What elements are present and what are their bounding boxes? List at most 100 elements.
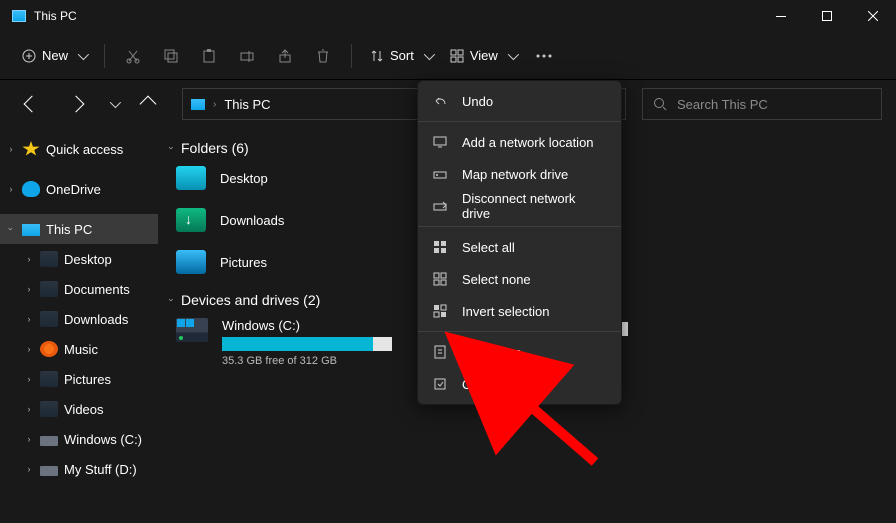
menu-disconnect-drive[interactable]: Disconnect network drive	[418, 190, 621, 222]
folder-icon	[40, 251, 58, 267]
menu-label: Undo	[462, 94, 493, 109]
cut-button[interactable]	[117, 40, 149, 72]
arrow-right-icon	[68, 96, 85, 113]
sidebar-label: Videos	[64, 402, 104, 417]
sidebar-item-quick-access[interactable]: ›Quick access	[0, 134, 158, 164]
new-label: New	[42, 48, 68, 63]
arrow-up-icon	[140, 96, 157, 113]
sidebar-label: My Stuff (D:)	[64, 462, 137, 477]
folder-icon	[40, 311, 58, 327]
sidebar-label: Windows (C:)	[64, 432, 142, 447]
forward-button[interactable]	[58, 86, 94, 122]
more-button[interactable]	[528, 40, 560, 72]
sidebar-item-onedrive[interactable]: ›OneDrive	[0, 174, 158, 204]
drive-icon	[40, 466, 58, 476]
sidebar-label: Documents	[64, 282, 130, 297]
drive-icon	[40, 436, 58, 446]
menu-label: Options	[462, 377, 507, 392]
options-icon	[432, 376, 448, 392]
group-header-label: Folders (6)	[181, 140, 249, 156]
sidebar: ›Quick access ›OneDrive ›This PC ›Deskto…	[0, 128, 158, 523]
folder-label: Desktop	[220, 171, 268, 186]
menu-map-network-drive[interactable]: Map network drive	[418, 158, 621, 190]
maximize-button[interactable]	[804, 0, 850, 32]
menu-select-all[interactable]: Select all	[418, 231, 621, 263]
menu-separator	[418, 331, 621, 332]
folder-icon	[40, 401, 58, 417]
history-button[interactable]	[102, 86, 122, 122]
paste-button[interactable]	[193, 40, 225, 72]
chevron-right-icon: ›	[213, 99, 216, 110]
menu-options[interactable]: Options	[418, 368, 621, 400]
map-drive-icon	[432, 166, 448, 182]
view-button[interactable]: View	[444, 40, 522, 72]
sort-button[interactable]: Sort	[364, 40, 438, 72]
menu-properties[interactable]: Properties	[418, 336, 621, 368]
menu-undo[interactable]: Undo	[418, 85, 621, 117]
sidebar-label: Music	[64, 342, 98, 357]
sort-icon	[370, 49, 384, 63]
share-button[interactable]	[269, 40, 301, 72]
search-icon	[653, 97, 667, 111]
undo-icon	[432, 93, 448, 109]
sidebar-item-pictures[interactable]: ›Pictures	[0, 364, 158, 394]
music-icon	[40, 341, 58, 357]
menu-select-none[interactable]: Select none	[418, 263, 621, 295]
group-header-label: Devices and drives (2)	[181, 292, 320, 308]
copy-button[interactable]	[155, 40, 187, 72]
sidebar-item-videos[interactable]: ›Videos	[0, 394, 158, 424]
network-location-icon	[432, 134, 448, 150]
sidebar-label: OneDrive	[46, 182, 101, 197]
menu-label: Properties	[462, 345, 521, 360]
separator	[351, 44, 352, 68]
up-button[interactable]	[130, 86, 166, 122]
select-all-icon	[432, 239, 448, 255]
trash-icon	[316, 49, 330, 63]
menu-label: Invert selection	[462, 304, 549, 319]
folder-icon	[40, 371, 58, 387]
menu-label: Add a network location	[462, 135, 594, 150]
sidebar-label: Downloads	[64, 312, 128, 327]
delete-button[interactable]	[307, 40, 339, 72]
minimize-button[interactable]	[758, 0, 804, 32]
sidebar-item-documents[interactable]: ›Documents	[0, 274, 158, 304]
sidebar-item-drive-c[interactable]: ›Windows (C:)	[0, 424, 158, 454]
menu-add-network-location[interactable]: Add a network location	[418, 126, 621, 158]
sidebar-item-this-pc[interactable]: ›This PC	[0, 214, 158, 244]
plus-circle-icon	[22, 49, 36, 63]
cloud-icon	[22, 181, 40, 197]
select-none-icon	[432, 271, 448, 287]
rename-button[interactable]	[231, 40, 263, 72]
view-label: View	[470, 48, 498, 63]
drive-item-c[interactable]: Windows (C:) 35.3 GB free of 312 GB	[170, 318, 392, 367]
share-icon	[278, 49, 292, 63]
invert-selection-icon	[432, 303, 448, 319]
properties-icon	[432, 344, 448, 360]
menu-label: Select all	[462, 240, 515, 255]
close-button[interactable]	[850, 0, 896, 32]
sidebar-label: Quick access	[46, 142, 123, 157]
menu-separator	[418, 226, 621, 227]
sort-label: Sort	[390, 48, 414, 63]
search-input[interactable]: Search This PC	[642, 88, 882, 120]
folder-icon	[176, 208, 206, 232]
scissors-icon	[125, 48, 141, 64]
new-button[interactable]: New	[16, 40, 92, 72]
back-button[interactable]	[14, 86, 50, 122]
star-icon	[22, 141, 40, 157]
menu-separator	[418, 121, 621, 122]
pc-icon	[191, 99, 205, 110]
sidebar-label: Desktop	[64, 252, 112, 267]
pc-icon	[22, 224, 40, 236]
menu-invert-selection[interactable]: Invert selection	[418, 295, 621, 327]
clipboard-icon	[202, 49, 216, 63]
folder-icon	[40, 281, 58, 297]
sidebar-label: Pictures	[64, 372, 111, 387]
sidebar-item-desktop[interactable]: ›Desktop	[0, 244, 158, 274]
menu-label: Map network drive	[462, 167, 568, 182]
sidebar-item-drive-d[interactable]: ›My Stuff (D:)	[0, 454, 158, 484]
sidebar-item-music[interactable]: ›Music	[0, 334, 158, 364]
titlebar: This PC	[0, 0, 896, 32]
context-menu: Undo Add a network location Map network …	[417, 80, 622, 405]
sidebar-item-downloads[interactable]: ›Downloads	[0, 304, 158, 334]
